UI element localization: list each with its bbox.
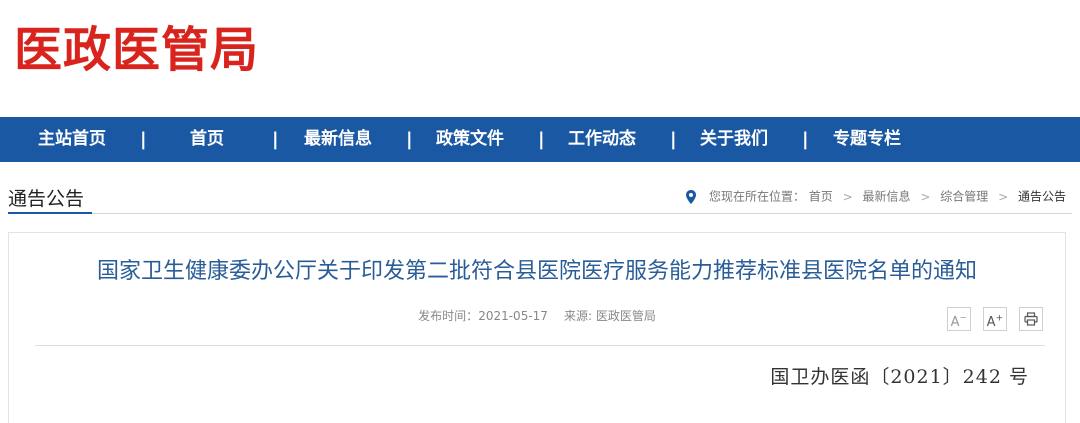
nav-item-topics[interactable]: 专题专栏 xyxy=(833,117,901,162)
font-decrease-button[interactable]: A− xyxy=(946,307,971,331)
publish-label: 发布时间： xyxy=(418,309,479,323)
nav-item-work-news[interactable]: 工作动态 xyxy=(568,117,636,162)
nav-item-main-site[interactable]: 主站首页 xyxy=(38,117,106,162)
article-divider xyxy=(35,345,1045,346)
nav-item-latest[interactable]: 最新信息 xyxy=(304,117,372,162)
breadcrumb-prefix: 您现在所在位置： xyxy=(708,189,805,204)
printer-icon xyxy=(1024,311,1038,326)
section-title-underline xyxy=(8,212,92,214)
nav-separator: | xyxy=(140,129,147,150)
font-increase-button[interactable]: A+ xyxy=(982,307,1007,331)
nav-separator: | xyxy=(272,129,279,150)
breadcrumb-separator: > xyxy=(920,189,931,204)
nav-item-about[interactable]: 关于我们 xyxy=(700,117,768,162)
breadcrumb-separator: > xyxy=(998,189,1009,204)
breadcrumb-item-latest[interactable]: 最新信息 xyxy=(863,190,911,204)
breadcrumb: 您现在所在位置： 首页 > 最新信息 > 综合管理 > 通告公告 xyxy=(683,186,1066,206)
site-logo[interactable]: 医政医管局 xyxy=(14,22,259,78)
nav-separator: | xyxy=(670,129,677,150)
document-number: 国卫办医函〔2021〕242 号 xyxy=(770,366,1029,388)
breadcrumb-item-current[interactable]: 通告公告 xyxy=(1018,190,1066,204)
breadcrumb-item-general[interactable]: 综合管理 xyxy=(940,190,988,204)
nav-separator: | xyxy=(802,129,809,150)
font-decrease-icon: A− xyxy=(950,314,968,331)
article-tools: A− A+ xyxy=(940,307,1043,331)
nav-separator: | xyxy=(538,129,545,150)
publish-date: 2021-05-17 xyxy=(478,309,548,323)
article-title: 国家卫生健康委办公厅关于印发第二批符合县医院医疗服务能力推荐标准县医院名单的通知 xyxy=(96,259,977,284)
main-nav: 主站首页 | 首页 | 最新信息 | 政策文件 | 工作动态 | 关于我们 | … xyxy=(0,117,1080,162)
location-pin-icon xyxy=(686,189,697,204)
print-button[interactable] xyxy=(1019,307,1043,331)
nav-item-home[interactable]: 首页 xyxy=(190,117,224,162)
source-value: 医政医管局 xyxy=(595,309,656,323)
nav-separator: | xyxy=(406,129,413,150)
article-meta: 发布时间：2021-05-17 来源: 医政医管局 xyxy=(9,307,1065,325)
section-divider xyxy=(8,213,1072,214)
section-title: 通告公告 xyxy=(8,188,85,210)
breadcrumb-item-home[interactable]: 首页 xyxy=(809,190,833,204)
font-increase-icon: A+ xyxy=(986,314,1004,331)
source-label: 来源: xyxy=(563,309,592,323)
nav-item-policy[interactable]: 政策文件 xyxy=(436,117,504,162)
breadcrumb-separator: > xyxy=(842,189,853,204)
article-card: 国家卫生健康委办公厅关于印发第二批符合县医院医疗服务能力推荐标准县医院名单的通知… xyxy=(8,232,1066,423)
